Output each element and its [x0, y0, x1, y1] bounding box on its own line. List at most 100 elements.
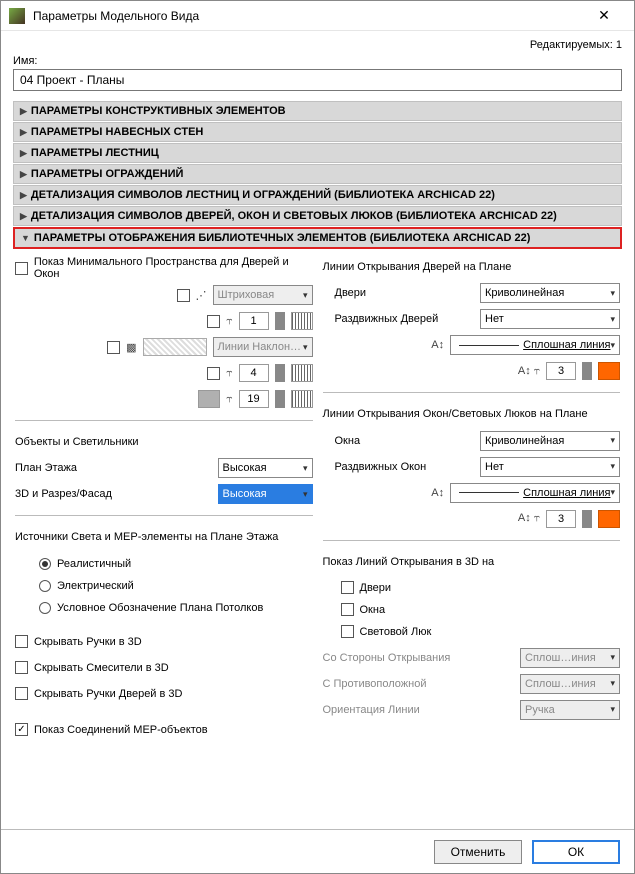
radio-realistic[interactable] — [39, 558, 51, 570]
section-railings[interactable]: ▶ПАРАМЕТРЫ ОГРАЖДЕНИЙ — [13, 164, 622, 184]
orientation-label: Ориентация Линии — [323, 704, 420, 716]
chevron-right-icon: ▶ — [20, 148, 27, 159]
chevron-down-icon: ▾ — [610, 340, 615, 351]
chevron-down-icon: ▾ — [610, 314, 615, 325]
sliding-windows-dropdown[interactable]: Нет▾ — [480, 457, 620, 477]
section-label: ПАРАМЕТРЫ НАВЕСНЫХ СТЕН — [31, 126, 203, 138]
section-door-detail[interactable]: ▶ДЕТАЛИЗАЦИЯ СИМВОЛОВ ДВЕРЕЙ, ОКОН И СВЕ… — [13, 206, 622, 226]
chevron-down-icon: ▼ — [21, 233, 30, 243]
pen1-swatch[interactable] — [291, 312, 313, 330]
window-pen-swatch[interactable] — [598, 510, 620, 528]
section-curtain-walls[interactable]: ▶ПАРАМЕТРЫ НАВЕСНЫХ СТЕН — [13, 122, 622, 142]
door-pen-swatch[interactable] — [598, 362, 620, 380]
plan-dropdown[interactable]: Высокая▾ — [218, 458, 313, 478]
checkbox-hide-door-handles-3d[interactable] — [15, 687, 28, 700]
checkbox-3d-windows[interactable] — [341, 603, 354, 616]
chevron-down-icon: ▾ — [303, 290, 308, 301]
hatch-dropdown[interactable]: Штриховая ▾ — [213, 285, 313, 305]
pen2-swatch[interactable] — [291, 364, 313, 382]
checkbox-min-space[interactable] — [15, 262, 28, 275]
chevron-right-icon: ▶ — [20, 106, 27, 117]
divider-swatch — [582, 510, 592, 528]
dd-text: Штриховая — [218, 289, 275, 301]
titlebar: Параметры Модельного Вида ✕ — [1, 1, 634, 31]
checkbox-pen1[interactable] — [207, 315, 220, 328]
divider-swatch — [582, 362, 592, 380]
dd-text: Сплош…иния — [525, 678, 596, 690]
cb-label: Скрывать Ручки в 3D — [34, 636, 142, 648]
name-input[interactable] — [13, 69, 622, 91]
ok-button[interactable]: ОК — [532, 840, 620, 864]
footer: Отменить ОК — [1, 829, 634, 873]
checkbox-3d-skylight[interactable] — [341, 625, 354, 638]
chevron-right-icon: ▶ — [20, 169, 27, 180]
lights-label: Источники Света и МЕР-элементы на Плане … — [15, 530, 313, 544]
section-stairs[interactable]: ▶ ПАРАМЕТРЫ ЛЕСТНИЦ — [13, 143, 622, 163]
window-lines-label: Линии Открывания Окон/Световых Люков на … — [323, 407, 621, 421]
sliding-windows-label: Раздвижных Окон — [335, 461, 427, 473]
linetype-dropdown[interactable]: Сплошная линия▾ — [450, 335, 620, 355]
chevron-down-icon: ▾ — [610, 678, 615, 689]
radio-ceiling[interactable] — [39, 602, 51, 614]
windows-dropdown[interactable]: Криволинейная▾ — [480, 431, 620, 451]
cb-label: Скрывать Смесители в 3D — [34, 662, 169, 674]
pen3-input[interactable] — [239, 390, 269, 408]
separator — [15, 515, 313, 516]
window-pen-input[interactable] — [546, 510, 576, 528]
pen-icon: A↕ ⥾ — [518, 365, 540, 378]
section-constructive[interactable]: ▶ ПАРАМЕТРЫ КОНСТРУКТИВНЫХ ЭЛЕМЕНТОВ — [13, 101, 622, 121]
checkbox-hide-mixers-3d[interactable] — [15, 661, 28, 674]
accordion: ▶ПАРАМЕТРЫ КОНСТРУКТИВНЫХ ЭЛЕМЕНТОВ ▶ПАР… — [13, 101, 622, 747]
dd-text: Криволинейная — [485, 435, 564, 447]
chevron-right-icon: ▶ — [20, 211, 27, 222]
checkbox-hatch[interactable] — [177, 289, 190, 302]
cancel-button[interactable]: Отменить — [434, 840, 522, 864]
checkbox-fill[interactable] — [107, 341, 120, 354]
checkbox-mep-connections[interactable]: ✓ — [15, 723, 28, 736]
radio-electric[interactable] — [39, 580, 51, 592]
dd-text: Криволинейная — [485, 287, 564, 299]
chevron-down-icon: ▾ — [610, 652, 615, 663]
show-3d-label: Показ Линий Открывания в 3D на — [323, 555, 621, 569]
editable-count: Редактируемых: 1 — [13, 39, 622, 51]
chevron-down-icon: ▾ — [610, 461, 615, 472]
checkbox-pen2[interactable] — [207, 367, 220, 380]
divider-swatch — [275, 364, 285, 382]
windows-label: Окна — [335, 435, 361, 447]
chevron-down-icon: ▾ — [303, 463, 308, 474]
fill-preview[interactable] — [143, 338, 207, 356]
section-label: ПАРАМЕТРЫ ЛЕСТНИЦ — [31, 147, 159, 159]
section-stair-detail[interactable]: ▶ДЕТАЛИЗАЦИЯ СИМВОЛОВ ЛЕСТНИЦ И ОГРАЖДЕН… — [13, 185, 622, 205]
line-preview — [459, 345, 519, 346]
opposite-dropdown: Сплош…иния ▾ — [520, 674, 620, 694]
linetype-icon: A↕ — [431, 487, 444, 499]
bg-swatch[interactable] — [198, 390, 220, 408]
cb-label: Показ Соединений МЕР-объектов — [34, 724, 208, 736]
linetype-dropdown-2[interactable]: Сплошная линия▾ — [450, 483, 620, 503]
window-title: Параметры Модельного Вида — [33, 9, 582, 23]
door-pen-input[interactable] — [546, 362, 576, 380]
chevron-down-icon: ▾ — [610, 288, 615, 299]
app-icon — [9, 8, 25, 24]
fill-dropdown[interactable]: Линии Наклон…▾ — [213, 337, 313, 357]
pen-icon: A↕ ⥾ — [518, 512, 540, 525]
checkbox-hide-handles-3d[interactable] — [15, 635, 28, 648]
pen3-swatch[interactable] — [291, 390, 313, 408]
section-library-display[interactable]: ▼ ПАРАМЕТРЫ ОТОБРАЖЕНИЯ БИБЛИОТЕЧНЫХ ЭЛЕМ… — [13, 227, 622, 249]
section-label: ПАРАМЕТРЫ КОНСТРУКТИВНЫХ ЭЛЕМЕНТОВ — [31, 105, 286, 117]
pen-icon: ⥾ — [226, 393, 232, 406]
pen1-input[interactable] — [239, 312, 269, 330]
section-label: ПАРАМЕТРЫ ОТОБРАЖЕНИЯ БИБЛИОТЕЧНЫХ ЭЛЕМЕ… — [34, 232, 531, 244]
close-button[interactable]: ✕ — [582, 2, 626, 30]
pen2-input[interactable] — [239, 364, 269, 382]
door-lines-label: Линии Открывания Дверей на Плане — [323, 260, 621, 274]
section-dropdown[interactable]: Высокая▾ — [218, 484, 313, 504]
dd-text: Высокая — [223, 488, 267, 500]
sliding-doors-dropdown[interactable]: Нет▾ — [480, 309, 620, 329]
cb-label: Световой Люк — [360, 626, 432, 638]
checkbox-3d-doors[interactable] — [341, 581, 354, 594]
doors-dropdown[interactable]: Криволинейная ▾ — [480, 283, 620, 303]
orientation-dropdown: Ручка▾ — [520, 700, 620, 720]
side-open-dropdown: Сплош…иния▾ — [520, 648, 620, 668]
radio-label: Реалистичный — [57, 558, 131, 570]
